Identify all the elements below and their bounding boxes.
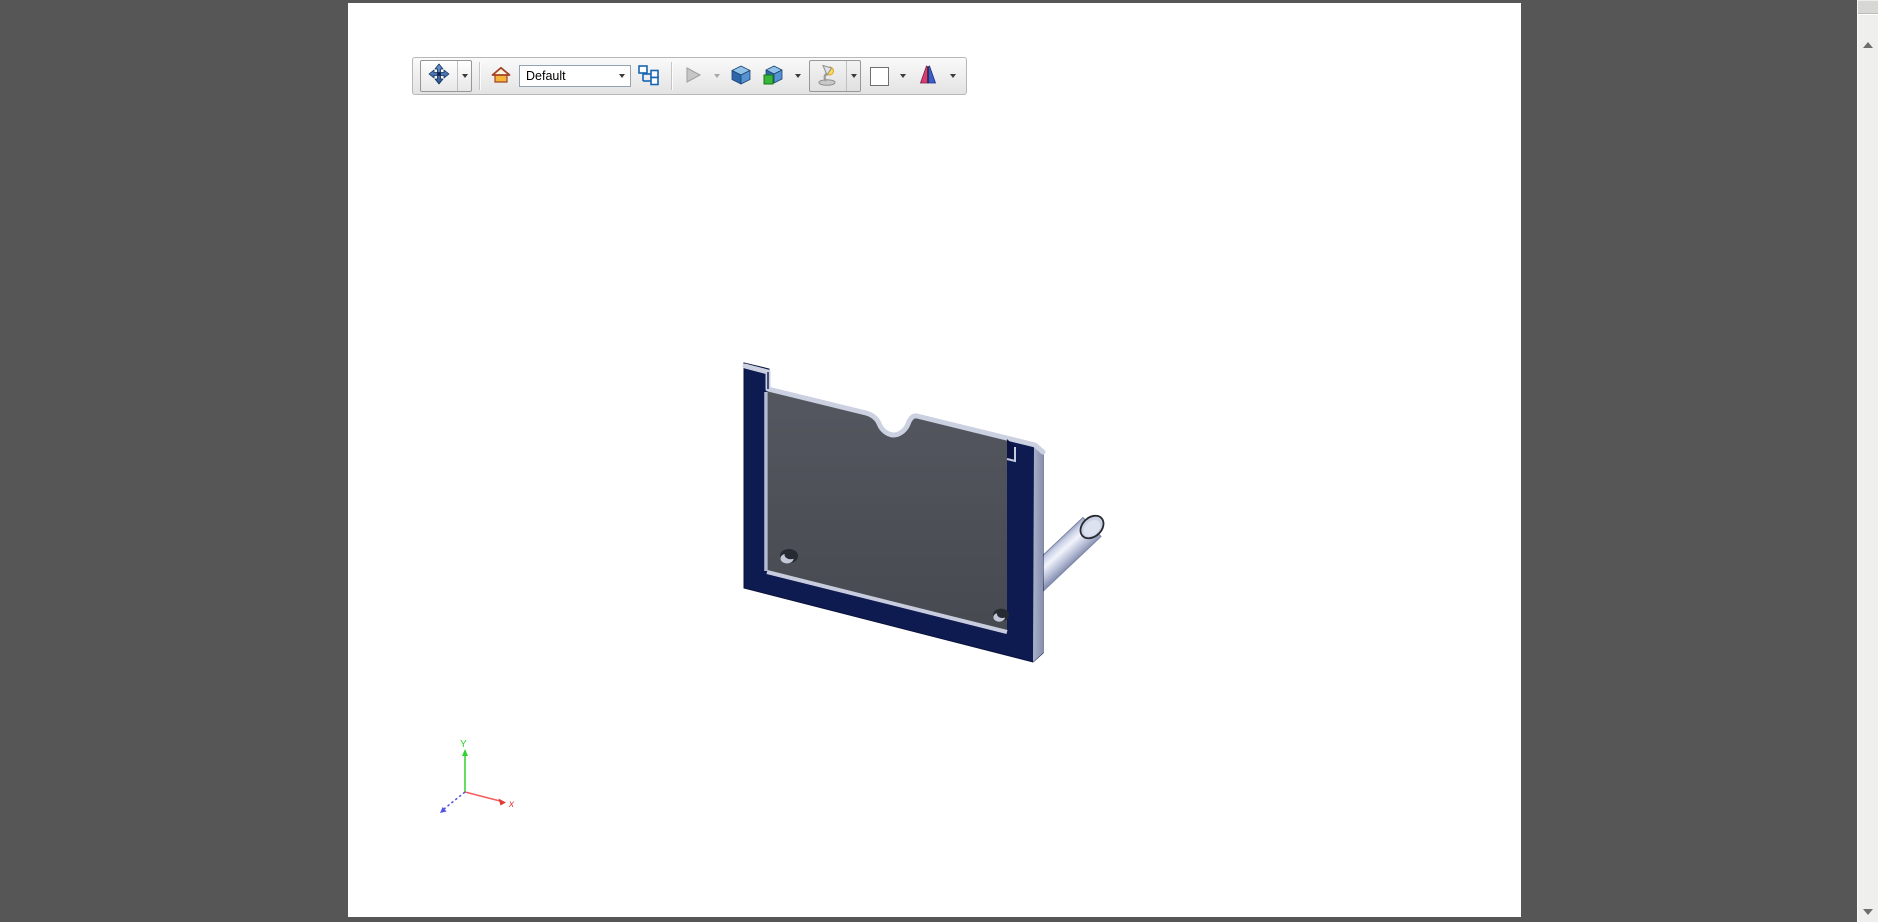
cube-green-face-icon xyxy=(761,64,785,89)
y-axis-label: Y xyxy=(460,739,467,750)
lamp-icon xyxy=(816,62,840,91)
x-axis-arrow xyxy=(498,798,506,806)
play-icon xyxy=(683,65,703,88)
toolbar-separator xyxy=(479,62,481,90)
background-swatch-icon xyxy=(869,66,889,86)
y-axis-arrow xyxy=(462,749,468,756)
display-mode-dropdown-button[interactable] xyxy=(792,61,804,91)
vertical-scrollbar[interactable] xyxy=(1857,0,1878,922)
chevron-down-icon xyxy=(461,74,468,78)
background-color-dropdown-button[interactable] xyxy=(897,61,909,91)
chevron-down-icon xyxy=(900,74,906,78)
cross-section-icon xyxy=(916,64,940,89)
shaded-view-button[interactable] xyxy=(728,61,754,91)
configuration-tree-icon xyxy=(638,64,662,89)
pan-dropdown-button[interactable] xyxy=(457,61,471,91)
configuration-dropdown-button[interactable] xyxy=(613,66,630,86)
play-dropdown-button[interactable] xyxy=(711,61,723,91)
play-animation-button[interactable] xyxy=(680,61,706,91)
chevron-down-icon xyxy=(618,74,625,78)
cross-section-dropdown-button[interactable] xyxy=(947,61,959,91)
pan-icon xyxy=(428,63,450,90)
chevron-down-icon xyxy=(714,74,720,78)
frame-side-face xyxy=(1033,445,1043,662)
scroll-down-button[interactable] xyxy=(1858,909,1878,915)
toolbar-separator xyxy=(671,62,673,90)
scrollbar-thumb[interactable] xyxy=(1858,0,1878,15)
cross-section-button[interactable] xyxy=(914,61,942,91)
viewer-toolbar: Default xyxy=(412,57,967,95)
x-axis-label: x xyxy=(508,799,515,810)
arrow-up-icon xyxy=(1863,42,1873,48)
configuration-value: Default xyxy=(526,69,566,83)
home-button[interactable] xyxy=(488,61,514,91)
orientation-triad: Y x xyxy=(440,739,515,813)
background-color-button[interactable] xyxy=(866,61,892,91)
pan-button-group xyxy=(420,60,472,92)
chevron-down-icon xyxy=(850,74,857,78)
home-icon xyxy=(491,66,511,87)
lighting-button-group xyxy=(809,60,861,92)
app-window: Default Y x xyxy=(0,0,1878,922)
chevron-down-icon xyxy=(795,74,801,78)
display-mode-button[interactable] xyxy=(759,61,787,91)
arrow-down-icon xyxy=(1863,909,1873,915)
model-viewport[interactable]: Y x xyxy=(0,0,1878,922)
component-tree-button[interactable] xyxy=(636,61,664,91)
configuration-combobox[interactable]: Default xyxy=(519,65,631,87)
shaded-cube-icon xyxy=(730,64,752,89)
scroll-up-button[interactable] xyxy=(1858,42,1878,48)
lighting-dropdown-button[interactable] xyxy=(846,61,860,91)
lighting-button[interactable] xyxy=(810,61,846,91)
chevron-down-icon xyxy=(950,74,956,78)
pan-button[interactable] xyxy=(421,61,457,91)
